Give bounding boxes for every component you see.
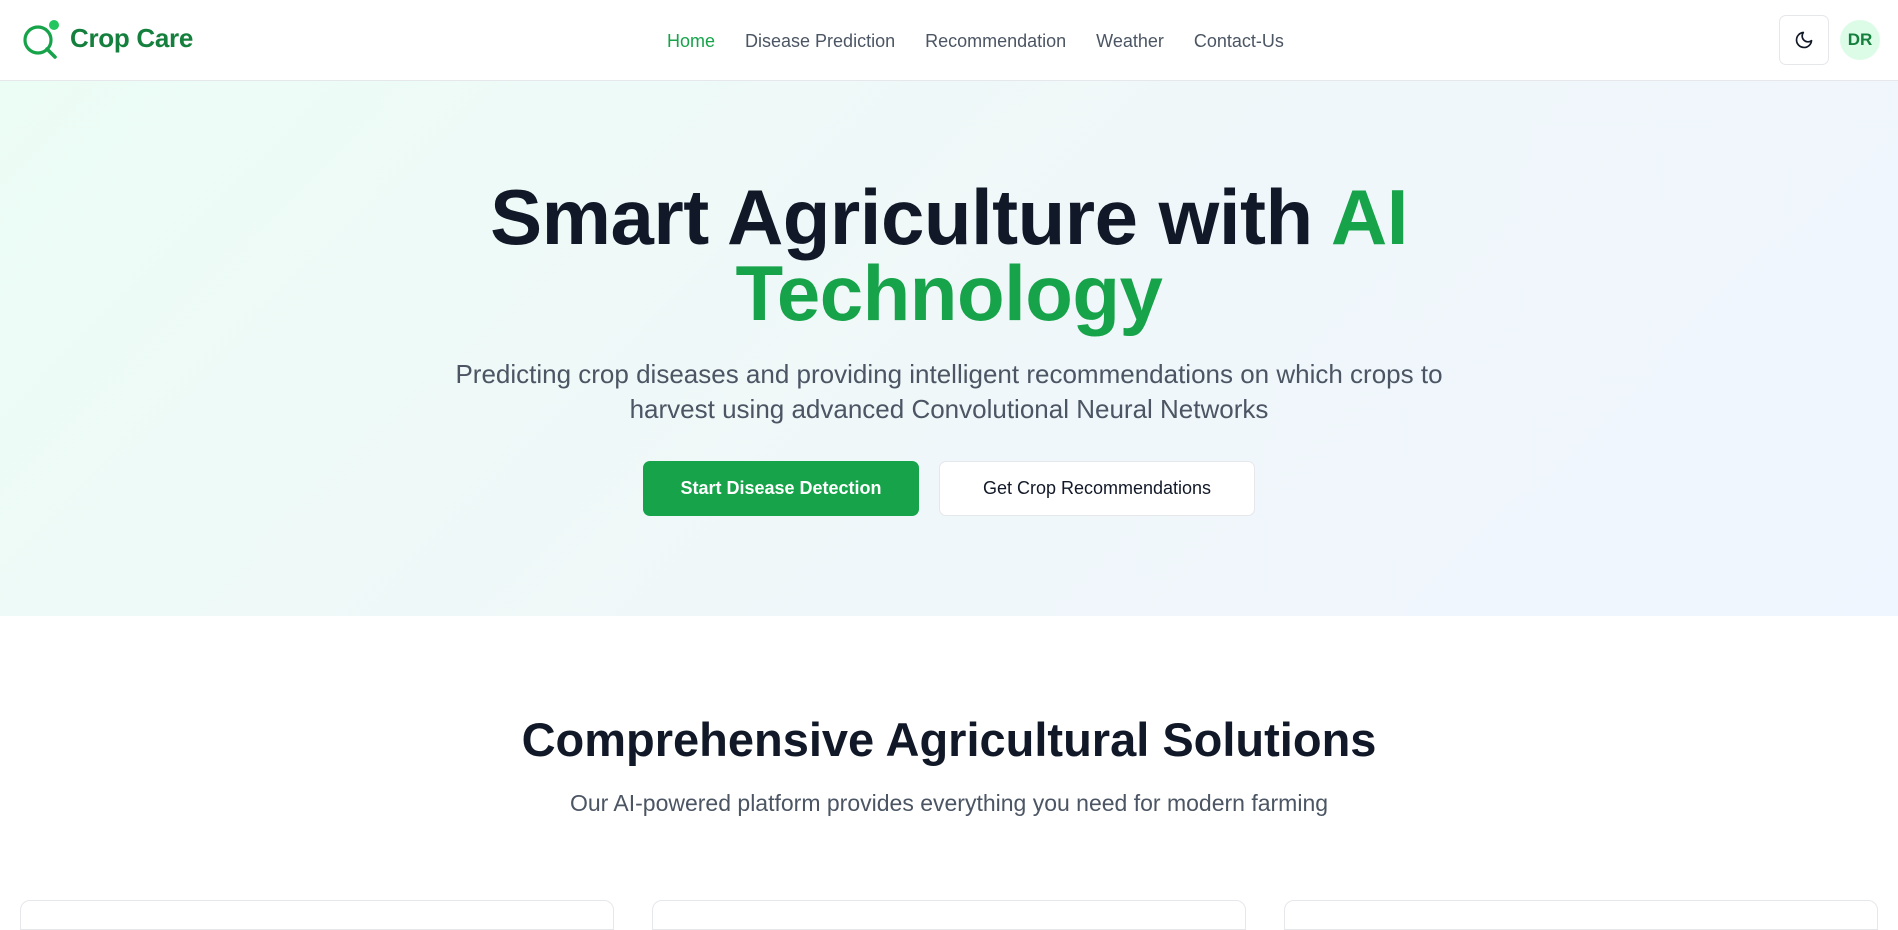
nav-link-recommendation[interactable]: Recommendation — [925, 28, 1066, 54]
hero-actions: Start Disease Detection Get Crop Recomme… — [643, 461, 1255, 516]
theme-toggle-button[interactable] — [1779, 15, 1829, 65]
crop-care-logo-icon — [23, 18, 61, 59]
hero-title-accent-technology: Technology — [735, 249, 1163, 337]
hero-title-main: Smart Agriculture with — [490, 173, 1331, 261]
brand[interactable]: Crop Care — [22, 16, 193, 60]
top-navbar: Crop Care Home Disease Prediction Recomm… — [0, 0, 1898, 81]
feature-cards — [20, 900, 1878, 930]
main-nav: Home Disease Prediction Recommendation W… — [667, 28, 1284, 54]
start-disease-detection-button[interactable]: Start Disease Detection — [643, 461, 919, 516]
hero-section: Smart Agriculture with AI Technology Pre… — [0, 81, 1898, 616]
feature-card[interactable] — [1284, 900, 1878, 930]
nav-link-disease-prediction[interactable]: Disease Prediction — [745, 28, 895, 54]
features-title: Comprehensive Agricultural Solutions — [521, 713, 1377, 766]
moon-icon — [1795, 31, 1813, 49]
nav-link-home[interactable]: Home — [667, 28, 715, 54]
nav-link-weather[interactable]: Weather — [1096, 28, 1164, 54]
feature-card[interactable] — [652, 900, 1246, 930]
features-subtitle: Our AI-powered platform provides everyth… — [569, 790, 1329, 816]
hero-subtitle: Predicting crop diseases and providing i… — [455, 359, 1443, 424]
user-avatar[interactable]: DR — [1840, 20, 1880, 60]
brand-name: Crop Care — [70, 22, 193, 53]
hero-title-accent-ai: AI — [1330, 173, 1409, 261]
hero-title: Smart Agriculture with AI Technology — [0, 178, 1898, 332]
get-crop-recommendations-button[interactable]: Get Crop Recommendations — [939, 461, 1255, 516]
nav-link-contact-us[interactable]: Contact-Us — [1194, 28, 1284, 54]
feature-card[interactable] — [20, 900, 614, 930]
